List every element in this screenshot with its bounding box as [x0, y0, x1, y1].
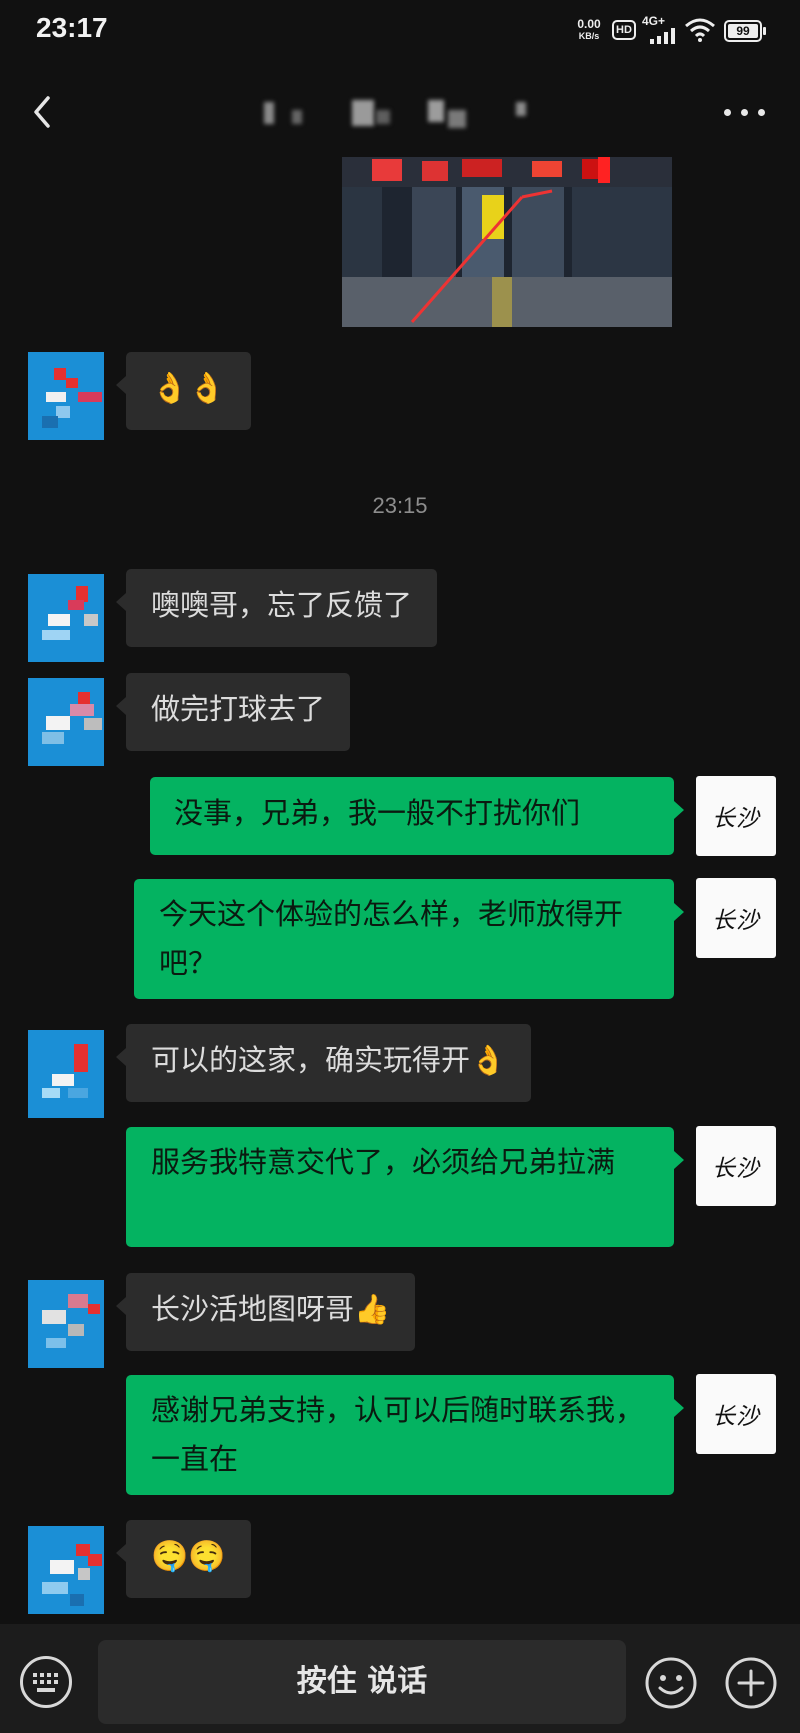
contact-avatar[interactable] — [28, 352, 104, 440]
message-bubble-incoming[interactable]: 做完打球去了 — [115, 673, 351, 751]
chat-title — [260, 96, 540, 132]
battery-level: 99 — [728, 24, 758, 38]
my-avatar[interactable]: 长沙 — [696, 1374, 776, 1454]
input-bar: 按住 说话 — [0, 1624, 800, 1733]
my-avatar[interactable]: 长沙 — [696, 1126, 776, 1206]
my-avatar[interactable]: 长沙 — [696, 776, 776, 856]
message-text: 可以的这家，确实玩得开👌 — [151, 1043, 507, 1077]
message-text: 服务我特意交代了，必须给兄弟拉满 — [151, 1145, 616, 1179]
more-actions-button[interactable] — [724, 1656, 778, 1710]
message-bubble-incoming[interactable]: 长沙活地图呀哥👍 — [115, 1273, 416, 1351]
network-type-label: 4G+ — [642, 14, 666, 28]
status-time: 23:17 — [36, 12, 108, 43]
contact-avatar[interactable] — [28, 678, 104, 766]
wifi-icon — [685, 18, 715, 42]
cellular-signal-icon: 4G+ — [642, 14, 680, 44]
message-timestamp: 23:15 — [372, 493, 428, 518]
shared-photo — [342, 157, 672, 327]
message-bubble-outgoing[interactable]: 没事，兄弟，我一般不打扰你们 — [150, 777, 684, 855]
network-speed-value: 0.00 — [577, 17, 601, 31]
status-bar: 23:17 0.00 KB/s HD 4G+ 99 — [0, 0, 800, 64]
message-bubble-outgoing[interactable]: 服务我特意交代了，必须给兄弟拉满 — [126, 1127, 684, 1247]
message-text: 今天这个体验的怎么样，老师放得开吧？ — [159, 897, 624, 980]
message-text: 感谢兄弟支持，认可以后随时联系我，一直在 — [151, 1393, 645, 1476]
contact-avatar[interactable] — [28, 1030, 104, 1118]
my-avatar[interactable]: 长沙 — [696, 878, 776, 958]
message-text: 🤤🤤 — [151, 1539, 226, 1574]
message-text: 长沙活地图呀哥👍 — [151, 1292, 391, 1326]
message-bubble-incoming[interactable]: 🤤🤤 — [116, 1520, 251, 1598]
message-bubble-incoming[interactable]: 噢噢哥，忘了反馈了 — [115, 569, 438, 647]
contact-avatar[interactable] — [28, 1280, 104, 1368]
contact-avatar[interactable] — [28, 1526, 104, 1614]
back-button[interactable] — [28, 92, 58, 132]
message-text: 👌👌 — [151, 371, 226, 406]
message-bubble-incoming[interactable]: 可以的这家，确实玩得开👌 — [115, 1024, 532, 1102]
network-speed-unit: KB/s — [578, 31, 600, 41]
more-options-button[interactable] — [720, 102, 770, 122]
network-speed: 0.00 KB/s — [572, 18, 606, 42]
chevron-left-icon — [34, 96, 50, 128]
message-text: 没事，兄弟，我一般不打扰你们 — [174, 796, 581, 830]
my-avatar-label: 长沙 — [712, 908, 760, 934]
smiley-icon — [645, 1657, 697, 1709]
battery-icon: 99 — [724, 20, 766, 42]
my-avatar-label: 长沙 — [712, 1156, 760, 1182]
keyboard-toggle-button[interactable] — [20, 1656, 72, 1708]
contact-avatar[interactable] — [28, 574, 104, 662]
my-avatar-label: 长沙 — [712, 1404, 760, 1430]
message-bubble-outgoing[interactable]: 感谢兄弟支持，认可以后随时联系我，一直在 — [126, 1375, 684, 1495]
message-text: 做完打球去了 — [151, 692, 326, 726]
hold-to-talk-button[interactable]: 按住 说话 — [98, 1640, 626, 1724]
message-bubble-incoming[interactable]: 👌👌 — [116, 352, 251, 430]
message-bubble-outgoing[interactable]: 今天这个体验的怎么样，老师放得开吧？ — [134, 879, 684, 999]
hd-voice-icon: HD — [612, 20, 636, 40]
keyboard-icon — [33, 1673, 58, 1692]
plus-circle-icon — [725, 1657, 777, 1709]
my-avatar-label: 长沙 — [712, 806, 760, 832]
message-text: 噢噢哥，忘了反馈了 — [151, 588, 413, 622]
emoji-button[interactable] — [644, 1656, 698, 1710]
image-message[interactable] — [342, 157, 672, 327]
